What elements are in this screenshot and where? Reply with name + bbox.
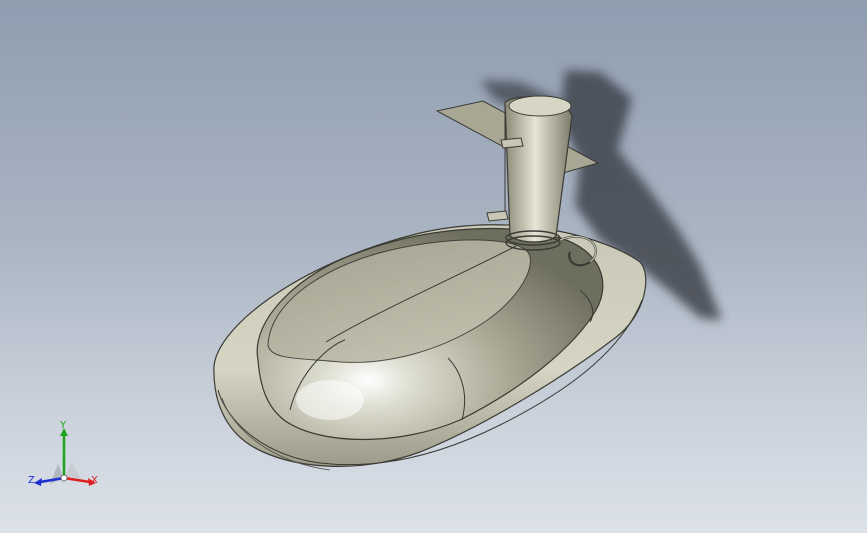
tower-tab-upper[interactable] [500, 137, 524, 149]
coordinate-triad: Y X Z [20, 418, 110, 498]
z-axis-label: Z [28, 475, 35, 486]
model-canvas[interactable] [0, 0, 867, 533]
graphics-viewport[interactable]: Y X Z [0, 0, 867, 533]
tower-tab-lower[interactable] [486, 210, 509, 222]
tower[interactable] [504, 95, 573, 251]
y-axis-label: Y [60, 420, 67, 431]
hull-dome[interactable] [256, 227, 604, 441]
x-axis-label: X [91, 475, 98, 486]
